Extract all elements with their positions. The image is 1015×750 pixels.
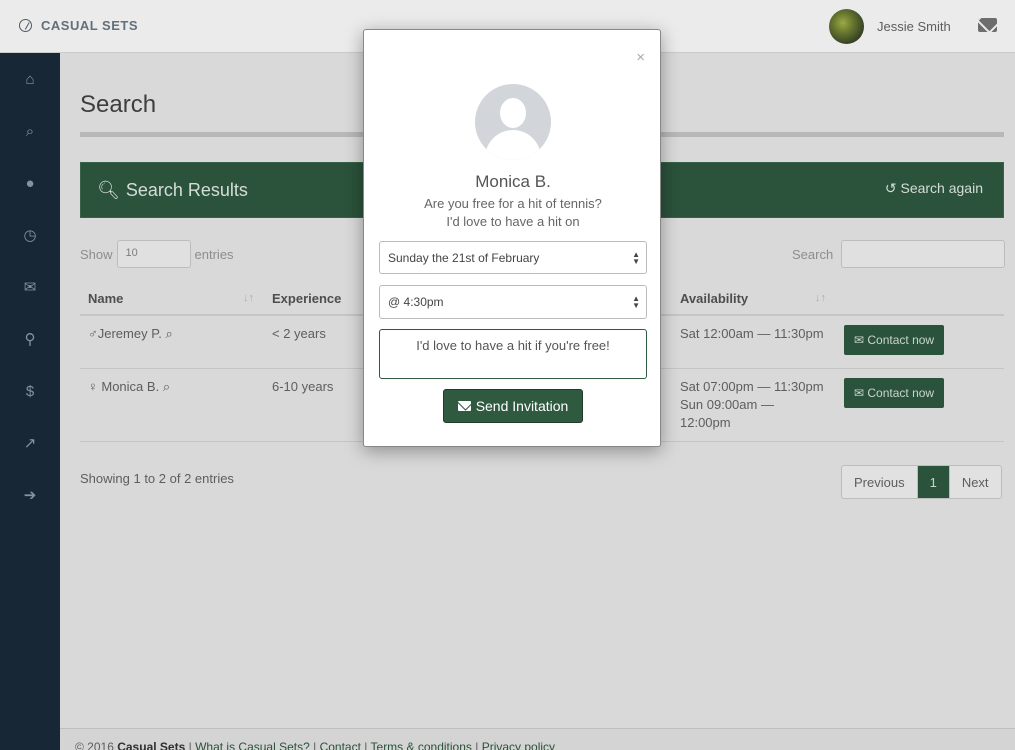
modal-prompt-secondary: I'd love to have a hit on [446, 214, 580, 229]
modal-player-name: Monica B. [475, 172, 551, 191]
profile-avatar [475, 84, 551, 160]
date-value: Sunday the 21st of February [388, 250, 540, 265]
date-select[interactable]: Sunday the 21st of February ▲ ▼ [379, 241, 647, 274]
envelope-icon [457, 401, 471, 411]
select-arrows-icon: ▲ ▼ [632, 294, 640, 310]
invitation-modal: × Monica B. Are you free for a hit of te… [363, 29, 661, 447]
close-icon[interactable]: × [636, 49, 645, 66]
time-select[interactable]: @ 4:30pm ▲ ▼ [379, 285, 647, 319]
time-value: @ 4:30pm [388, 295, 444, 309]
send-invitation-label: Send Invitation [475, 398, 569, 414]
modal-prompt: Are you free for a hit of tennis? [424, 196, 602, 211]
send-invitation-button[interactable]: Send Invitation [443, 389, 583, 423]
select-arrows-icon: ▲ ▼ [632, 249, 640, 266]
message-textarea[interactable]: I'd love to have a hit if you're free! [379, 329, 647, 379]
